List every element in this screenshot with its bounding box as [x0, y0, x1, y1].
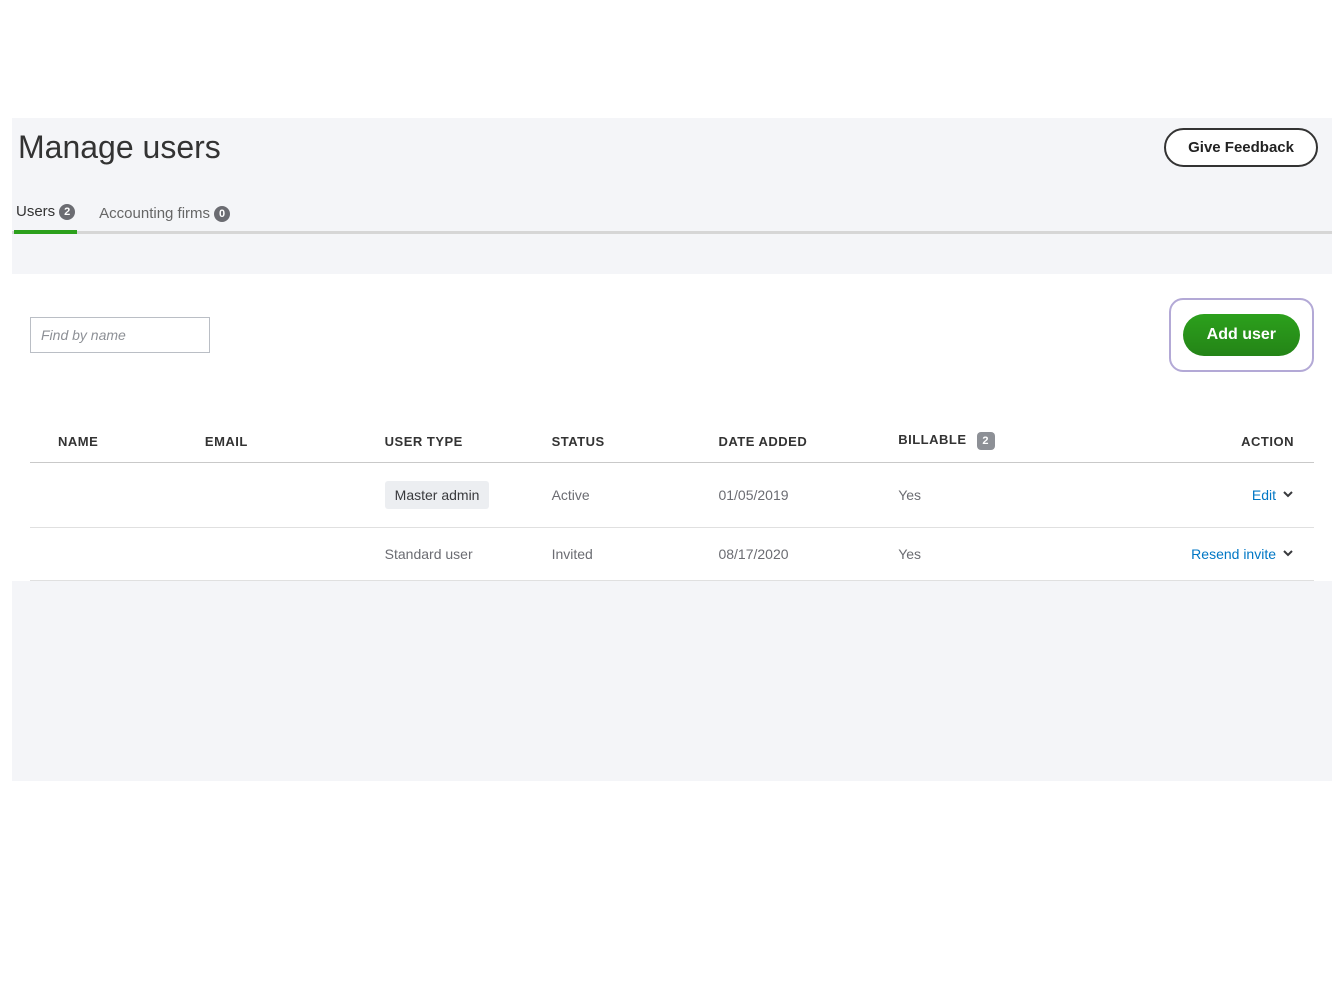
table-row: Standard user Invited08/17/2020Yes Resend …: [30, 528, 1314, 581]
column-header-billable: BILLABLE 2: [890, 422, 1108, 463]
chevron-down-icon: [1282, 546, 1294, 562]
cell-user-type: Master admin: [377, 463, 544, 528]
action-label: Resend invite: [1191, 546, 1276, 562]
tab-count-badge: 2: [59, 204, 75, 220]
search-input[interactable]: [30, 317, 210, 353]
cell-date-added: 01/05/2019: [710, 463, 890, 528]
cell-email: [197, 463, 377, 528]
chevron-down-icon: [1282, 487, 1294, 503]
table-row: Master admin Active01/05/2019Yes Edit: [30, 463, 1314, 528]
cell-email: [197, 528, 377, 581]
cell-billable: Yes: [890, 463, 1108, 528]
cell-date-added: 08/17/2020: [710, 528, 890, 581]
cell-action: Edit: [1108, 463, 1314, 528]
action-label: Edit: [1252, 487, 1276, 503]
cell-name: [30, 463, 197, 528]
tab-label: Accounting firms: [99, 205, 210, 222]
cell-action: Resend invite: [1108, 528, 1314, 581]
give-feedback-button[interactable]: Give Feedback: [1164, 128, 1318, 167]
column-header-action: ACTION: [1108, 422, 1314, 463]
users-table: NAME EMAIL USER TYPE STATUS DATE ADDED B…: [30, 422, 1314, 581]
row-action-button[interactable]: Edit: [1252, 487, 1294, 503]
column-header-user-type: USER TYPE: [377, 422, 544, 463]
tabs: Users 2 Accounting firms 0: [12, 197, 1332, 234]
table-header-row: NAME EMAIL USER TYPE STATUS DATE ADDED B…: [30, 422, 1314, 463]
billable-label: BILLABLE: [898, 432, 966, 447]
page-header: Manage users Give Feedback: [12, 118, 1332, 197]
empty-area: [12, 581, 1332, 781]
add-user-highlight: Add user: [1169, 298, 1314, 372]
toolbar: Add user: [30, 298, 1314, 372]
tab-users[interactable]: Users 2: [14, 197, 77, 234]
page-title: Manage users: [18, 129, 221, 166]
cell-status: Active: [544, 463, 711, 528]
tab-accounting-firms[interactable]: Accounting firms 0: [97, 197, 232, 234]
user-type-pill[interactable]: Master admin: [385, 481, 490, 509]
cell-billable: Yes: [890, 528, 1108, 581]
content-area: Add user NAME EMAIL USER TYPE STATUS DAT…: [12, 274, 1332, 581]
billable-help-badge[interactable]: 2: [977, 432, 995, 450]
tab-count-badge: 0: [214, 206, 230, 222]
column-header-email: EMAIL: [197, 422, 377, 463]
add-user-button[interactable]: Add user: [1183, 314, 1300, 356]
column-header-name: NAME: [30, 422, 197, 463]
column-header-date-added: DATE ADDED: [710, 422, 890, 463]
user-type-text: Standard user: [385, 546, 473, 562]
column-header-status: STATUS: [544, 422, 711, 463]
tab-label: Users: [16, 203, 55, 220]
row-action-button[interactable]: Resend invite: [1191, 546, 1294, 562]
cell-user-type: Standard user: [377, 528, 544, 581]
manage-users-page: Manage users Give Feedback Users 2 Accou…: [12, 118, 1332, 781]
cell-name: [30, 528, 197, 581]
cell-status: Invited: [544, 528, 711, 581]
